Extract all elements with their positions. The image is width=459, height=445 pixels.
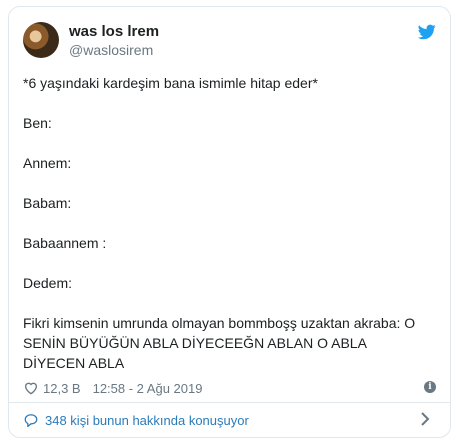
tweet-line: Babaannem : <box>23 235 107 251</box>
tweet-line: Dedem: <box>23 275 73 291</box>
tweet-header: was los lrem @waslosirem <box>23 20 436 64</box>
speech-bubble-icon <box>24 414 38 427</box>
conversation-label[interactable]: 348 kişi bunun hakkında konuşuyor <box>45 413 249 428</box>
heart-icon[interactable] <box>23 380 39 396</box>
info-icon[interactable]: i <box>424 381 436 393</box>
tweet-line: DİYECEN ABLA <box>23 355 125 371</box>
user-handle[interactable]: @waslosirem <box>69 41 159 59</box>
author-names[interactable]: was los lrem @waslosirem <box>69 22 159 59</box>
timestamp[interactable]: 12:58 - 2 Ağu 2019 <box>93 381 203 396</box>
tweet-line: SENİN BÜYÜĞÜN ABLA DİYECEEĞN ABLAN O ABL… <box>23 335 367 351</box>
tweet-text: *6 yaşındaki kardeşim bana ismimle hitap… <box>23 73 443 373</box>
tweet-meta: 12,3 B 12:58 - 2 Ağu 2019 i <box>23 378 436 398</box>
tweet-line: Annem: <box>23 155 72 171</box>
tweet-line: Ben: <box>23 115 52 131</box>
tweet-line: Babam: <box>23 195 72 211</box>
tweet-line: *6 yaşındaki kardeşim bana ismimle hitap… <box>23 75 318 91</box>
conversation-link[interactable]: 348 kişi bunun hakkında konuşuyor <box>23 407 436 433</box>
display-name[interactable]: was los lrem <box>69 22 159 41</box>
chevron-right-icon[interactable] <box>420 412 430 426</box>
avatar[interactable] <box>23 22 59 58</box>
tweet-card: was los lrem @waslosirem *6 yaşındaki ka… <box>8 6 451 438</box>
like-count[interactable]: 12,3 B <box>43 381 81 396</box>
tweet-line: Fikri kimsenin umrunda olmayan bommboşş … <box>23 315 416 331</box>
divider <box>9 402 450 403</box>
twitter-bird-icon[interactable] <box>418 24 436 40</box>
